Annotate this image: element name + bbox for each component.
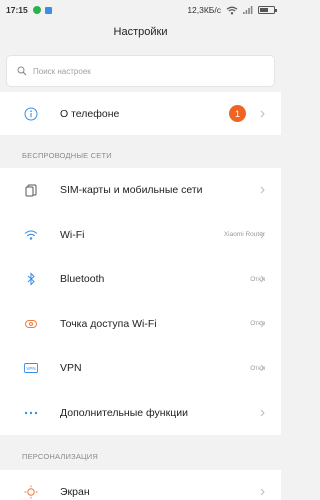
wifi-label: Wi-Fi xyxy=(60,228,85,241)
display-icon xyxy=(22,483,40,500)
update-badge: 1 xyxy=(229,105,246,122)
about-card: О телефоне 1 xyxy=(0,92,281,135)
status-bar: 17:15 12,3КБ/с xyxy=(0,0,281,20)
settings-item-about[interactable]: О телефоне 1 xyxy=(0,92,281,135)
sim-card-icon xyxy=(22,181,40,199)
signal-icon xyxy=(243,6,253,14)
settings-item-display[interactable]: Экран xyxy=(0,470,281,500)
chevron-right-icon xyxy=(260,364,265,372)
vpn-label: VPN xyxy=(60,362,82,375)
personalization-card: Экран xyxy=(0,470,281,500)
bluetooth-label: Bluetooth xyxy=(60,273,105,286)
settings-item-wifi[interactable]: Wi-Fi Xiaomi Router xyxy=(0,213,281,258)
phone-call-icon xyxy=(32,6,41,14)
settings-item-hotspot[interactable]: Точка доступа Wi-Fi Откл xyxy=(0,302,281,347)
wifi-icon xyxy=(22,226,40,244)
search-input[interactable] xyxy=(33,66,233,76)
battery-icon xyxy=(258,6,277,14)
about-label: О телефоне xyxy=(60,107,120,120)
more-label: Дополнительные функции xyxy=(60,406,188,419)
status-time: 17:15 xyxy=(6,5,28,15)
section-header-wireless: БЕСПРОВОДНЫЕ СЕТИ xyxy=(22,151,112,160)
network-speed: 12,3КБ/с xyxy=(187,5,221,15)
chevron-right-icon xyxy=(260,110,265,117)
chevron-right-icon xyxy=(260,231,265,239)
chevron-right-icon xyxy=(260,186,265,194)
notification-icon xyxy=(44,6,52,14)
chevron-right-icon xyxy=(260,488,265,496)
wifi-value: Xiaomi Router xyxy=(223,231,265,239)
chevron-right-icon xyxy=(260,409,265,417)
wireless-card: SIM-карты и мобильные сети Wi-Fi Xiaomi … xyxy=(0,168,281,435)
settings-item-more[interactable]: Дополнительные функции xyxy=(0,391,281,436)
search-bar[interactable] xyxy=(6,55,275,87)
vpn-icon: VPN xyxy=(22,359,40,377)
wifi-status-icon xyxy=(226,6,238,14)
settings-item-sim[interactable]: SIM-карты и мобильные сети xyxy=(0,168,281,213)
chevron-right-icon xyxy=(260,275,265,283)
settings-item-bluetooth[interactable]: Bluetooth Откл xyxy=(0,257,281,302)
hotspot-icon xyxy=(22,315,40,333)
svg-text:VPN: VPN xyxy=(26,366,35,371)
page-title: Настройки xyxy=(113,26,168,38)
sim-label: SIM-карты и мобильные сети xyxy=(60,184,203,197)
bluetooth-icon xyxy=(22,270,40,288)
display-label: Экран xyxy=(60,486,90,499)
section-header-personalization: ПЕРСОНАЛИЗАЦИЯ xyxy=(22,452,98,461)
settings-item-vpn[interactable]: VPN VPN Откл xyxy=(0,346,281,391)
chevron-right-icon xyxy=(260,320,265,328)
info-icon xyxy=(22,105,40,123)
more-icon xyxy=(22,404,40,422)
search-icon xyxy=(17,66,27,76)
status-right: 12,3КБ/с xyxy=(187,5,277,15)
hotspot-label: Точка доступа Wi-Fi xyxy=(60,317,157,330)
